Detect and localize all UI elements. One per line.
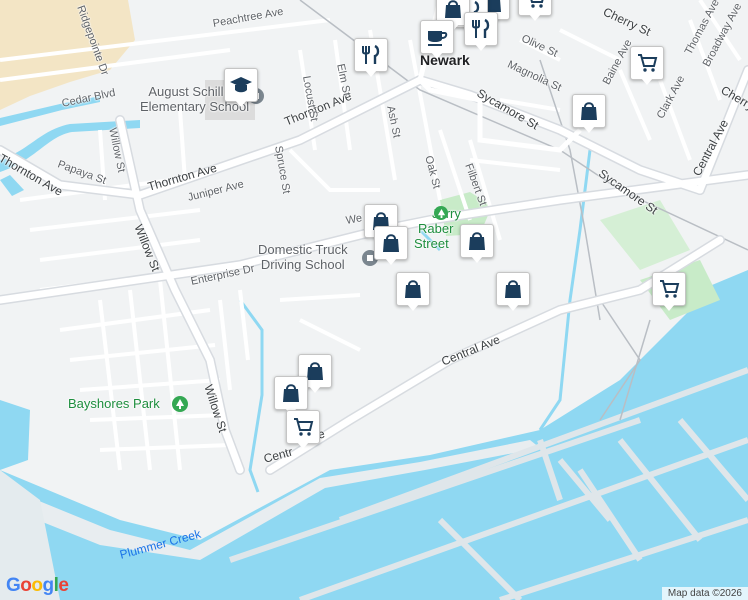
cafe-icon	[428, 31, 448, 46]
map-attribution[interactable]: Map data ©2026	[661, 587, 748, 600]
shopping-cart-icon	[530, 0, 544, 8]
marker-bag-5[interactable]	[496, 272, 530, 316]
bayshores-park-label[interactable]: Bayshores Park	[68, 396, 160, 411]
marker-bag-4[interactable]	[396, 272, 430, 316]
shopping-bag-icon	[445, 0, 461, 18]
marker-bag-3[interactable]	[460, 224, 494, 268]
shopping-cart-icon	[660, 280, 680, 298]
map-canvas[interactable]: Peachtree Ave Ridgepointe Dr Cedar Blvd …	[0, 0, 748, 600]
marker-school[interactable]	[224, 68, 258, 112]
jerry-raber-tree-icon[interactable]	[434, 206, 448, 220]
marker-cart-baine[interactable]	[630, 46, 664, 90]
shopping-bag-icon	[505, 280, 521, 298]
restaurant-icon	[472, 18, 490, 38]
shopping-bag-icon	[581, 102, 597, 120]
truck-school-label-line-1: Domestic Truck	[258, 242, 348, 257]
shopping-cart-icon	[638, 54, 658, 72]
shopping-cart-icon	[294, 418, 314, 436]
shopping-bag-icon	[283, 384, 299, 402]
google-logo: Google	[6, 575, 69, 596]
bayshores-park-tree-icon[interactable]	[172, 396, 188, 412]
graduation-cap-icon	[230, 77, 252, 93]
marker-store-top[interactable]	[518, 0, 552, 26]
marker-food-elm[interactable]	[354, 38, 388, 82]
jerry-raber-label-line-2: Raber	[418, 221, 454, 236]
marker-bag-2[interactable]	[374, 226, 408, 270]
marker-bag-sycamore[interactable]	[572, 94, 606, 138]
marker-cart-east[interactable]	[652, 272, 686, 316]
restaurant-icon	[362, 44, 380, 64]
shopping-bag-icon	[405, 280, 421, 298]
truck-school-label-line-2: Driving School	[260, 257, 345, 272]
shopping-bag-icon	[469, 232, 485, 250]
shopping-bag-icon	[383, 234, 399, 252]
jerry-raber-label-line-3: Street	[414, 236, 449, 251]
truck-school-label[interactable]: Domestic Truck Driving School	[258, 242, 348, 272]
marker-cafe[interactable]	[420, 20, 454, 64]
marker-cart-central[interactable]	[286, 410, 320, 454]
marker-food-2[interactable]	[464, 12, 498, 56]
